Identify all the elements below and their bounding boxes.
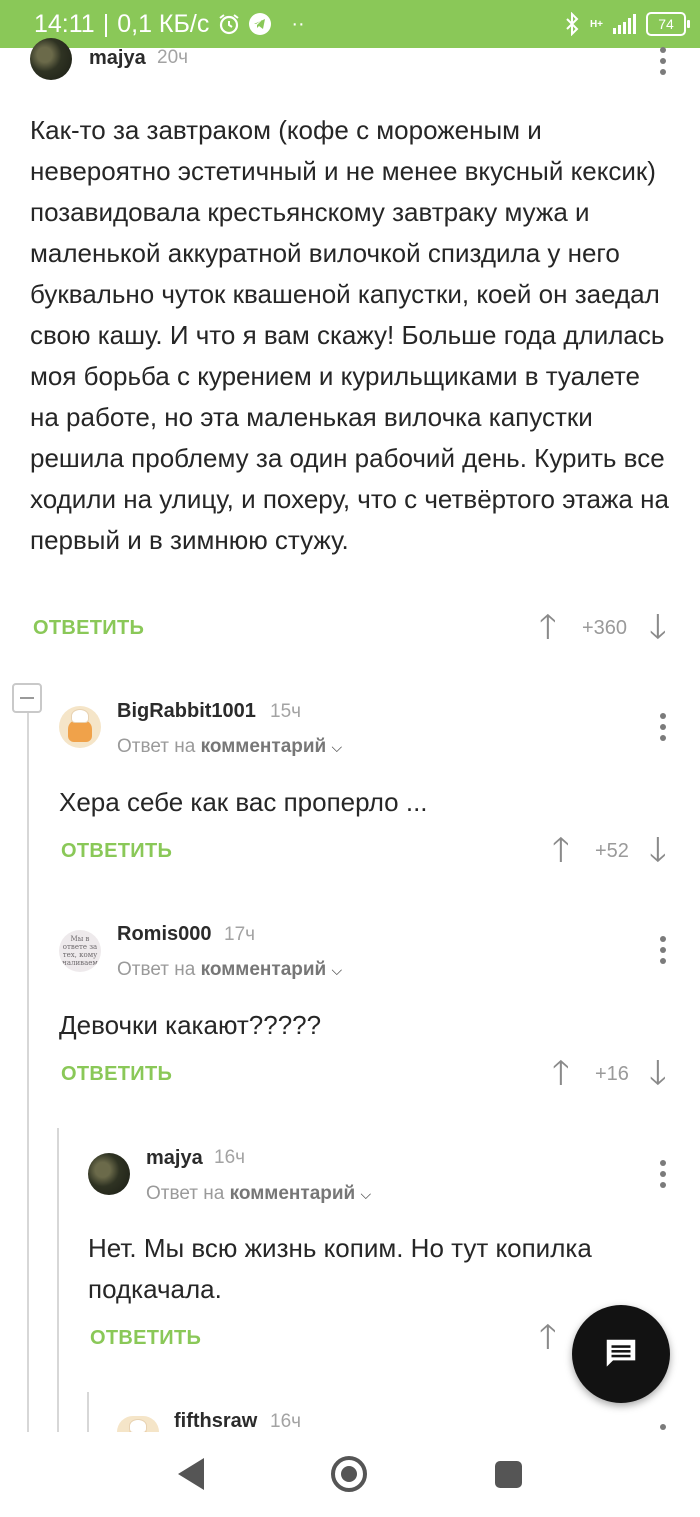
comment-icon [606,1339,636,1367]
reply-to-target[interactable]: комментарий [230,1183,356,1204]
network-type: H+ [589,18,603,30]
back-icon[interactable] [178,1458,204,1490]
recent-apps-icon[interactable] [495,1461,522,1488]
reply-to-target[interactable]: комментарий [201,736,327,757]
comment-score: +52 [595,840,629,862]
upvote-icon[interactable]: 🡑 [539,1320,557,1354]
downvote-icon[interactable]: 🡓 [649,1056,667,1090]
comment-time: 16ч [214,1147,246,1168]
chevron-down-icon[interactable]: ⌵ [332,962,343,978]
avatar[interactable]: Мы в ответе за тех, кому наливаем [59,930,101,972]
thread-line [57,1128,59,1432]
reply-button[interactable]: ОТВЕТИТЬ [33,617,144,640]
more-options-icon[interactable] [659,936,667,964]
avatar[interactable] [88,1153,130,1195]
reply-button[interactable]: ОТВЕТИТЬ [90,1327,201,1350]
avatar[interactable] [117,1416,159,1432]
home-icon[interactable] [331,1456,367,1492]
more-options-icon[interactable] [659,713,667,741]
comment-username[interactable]: fifthsraw [174,1410,257,1433]
battery-icon: 74 [646,12,690,36]
avatar-text: Мы в ответе за тех, кому наливаем [62,935,98,967]
status-dots: ·· [291,12,305,35]
comment-text: Девочки какают????? [59,1010,322,1040]
status-time: 14:11 [34,9,95,38]
reply-to-prefix: Ответ на [146,1183,225,1204]
reply-to-target[interactable]: комментарий [201,959,327,980]
comment-time: 17ч [224,924,256,945]
status-bar: 14:11 | 0,1 КБ/с ·· H+ 74 [0,0,700,48]
collapse-thread-button[interactable] [12,683,42,713]
new-comment-button[interactable] [572,1305,670,1403]
comment-score: +16 [595,1063,629,1085]
chevron-down-icon[interactable]: ⌵ [361,1186,372,1202]
status-separator: | [102,9,110,38]
more-options-icon[interactable] [659,1424,667,1432]
reply-to-link[interactable]: Ответ на комментарий ⌵ [117,959,342,981]
alarm-icon [217,12,241,36]
comment-score: +360 [582,617,628,639]
comment-username[interactable]: Romis000 [117,923,212,946]
thread-line [87,1392,89,1432]
comment-username[interactable]: majya [89,47,146,70]
battery-level: 74 [658,16,674,32]
telegram-icon [249,13,272,35]
comment-time: 15ч [270,701,302,722]
upvote-icon[interactable]: 🡑 [552,833,570,867]
reply-button[interactable]: ОТВЕТИТЬ [61,840,172,863]
upvote-icon[interactable]: 🡑 [552,1056,570,1090]
reply-to-link[interactable]: Ответ на комментарий ⌵ [117,736,342,758]
signal-icon [613,14,636,34]
more-options-icon[interactable] [659,1160,667,1188]
downvote-icon[interactable]: 🡓 [649,610,667,644]
comment-text: Нет. Мы всю жизнь копим. Но тут копилка … [88,1233,592,1304]
upvote-icon[interactable]: 🡑 [539,610,557,644]
reply-to-prefix: Ответ на [117,959,196,980]
comment-text: Как-то за завтраком (кофе с мороженым и … [30,115,669,555]
more-options-icon[interactable] [659,47,667,75]
comment-time: 16ч [270,1411,302,1432]
comment-username[interactable]: BigRabbit1001 [117,700,256,723]
avatar[interactable] [30,38,72,80]
avatar[interactable] [59,706,101,748]
comment-time: 20ч [157,47,189,68]
reply-to-prefix: Ответ на [117,736,196,757]
downvote-icon[interactable]: 🡓 [649,833,667,867]
bluetooth-icon [564,12,580,36]
chevron-down-icon[interactable]: ⌵ [332,739,343,755]
reply-to-link[interactable]: Ответ на комментарий ⌵ [146,1183,371,1205]
status-speed: 0,1 КБ/с [117,9,210,38]
comment-text: Хера себе как вас проперло ... [59,787,428,817]
reply-button[interactable]: ОТВЕТИТЬ [61,1063,172,1086]
comment-username[interactable]: majya [146,1147,203,1170]
thread-line [27,713,29,1432]
